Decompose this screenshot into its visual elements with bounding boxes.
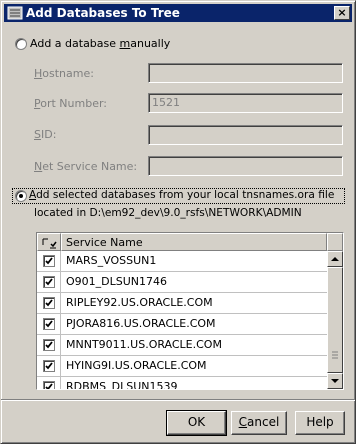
checkmark-icon: [45, 341, 53, 349]
row-checkbox[interactable]: [43, 318, 55, 330]
select-all-column-header[interactable]: [37, 233, 61, 251]
table-header: Service Name: [37, 233, 343, 251]
checkmark-icon: [45, 299, 53, 307]
table-row[interactable]: RIPLEY92.US.ORACLE.COM: [37, 293, 327, 314]
checkbox-cell: [37, 314, 61, 334]
dialog-window: Add Databases To Tree × Add a database m…: [0, 0, 356, 444]
table-rows: MARS_VOSSUN1 O901_DLSUN1746 RIPLEY92.US.…: [37, 251, 327, 390]
manual-option-label[interactable]: Add a database manually: [30, 37, 170, 50]
hostname-label: Hostname:: [34, 67, 94, 80]
row-checkbox[interactable]: [43, 255, 55, 267]
service-name-cell: MNNT9011.US.ORACLE.COM: [66, 338, 222, 351]
check-column-icon: [42, 238, 57, 249]
scroll-up-button[interactable]: [327, 251, 343, 267]
ok-button[interactable]: OK: [166, 410, 227, 436]
hostname-field[interactable]: [148, 63, 343, 83]
cancel-button[interactable]: Cancel: [231, 411, 287, 435]
table-row[interactable]: MNNT9011.US.ORACLE.COM: [37, 335, 327, 356]
help-button[interactable]: Help: [295, 411, 345, 435]
sid-field[interactable]: [148, 125, 343, 145]
title-bar[interactable]: Add Databases To Tree ×: [4, 4, 352, 22]
service-name-cell: HYING9I.US.ORACLE.COM: [66, 359, 207, 372]
manual-option-radio[interactable]: [15, 38, 27, 50]
database-icon: [7, 6, 23, 20]
service-name-cell: O901_DLSUN1746: [66, 275, 168, 288]
checkmark-icon: [45, 257, 53, 265]
table-row[interactable]: O901_DLSUN1746: [37, 272, 327, 293]
tnsnames-location-text: located in D:\em92_dev\9.0_rsfs\NETWORK\…: [34, 207, 302, 219]
checkmark-icon: [45, 383, 53, 389]
scroll-thumb[interactable]: [327, 267, 343, 373]
window-title: Add Databases To Tree: [26, 6, 180, 20]
row-checkbox[interactable]: [43, 297, 55, 309]
net-service-name-field[interactable]: [148, 156, 343, 176]
row-checkbox[interactable]: [43, 381, 55, 389]
port-number-label: Port Number:: [34, 97, 108, 110]
scroll-down-button[interactable]: [327, 373, 343, 389]
button-separator: [1, 399, 355, 401]
grip-icon: [332, 351, 338, 359]
table-row[interactable]: RDBMS_DLSUN1539: [37, 377, 327, 390]
service-name-column-header[interactable]: Service Name: [61, 233, 327, 251]
port-number-field[interactable]: 1521: [148, 93, 343, 113]
row-checkbox[interactable]: [43, 339, 55, 351]
checkmark-icon: [45, 320, 53, 328]
checkbox-cell: [37, 356, 61, 376]
close-window-button[interactable]: ×: [334, 6, 350, 20]
tnsnames-option-radio[interactable]: [15, 190, 27, 202]
checkmark-icon: [45, 278, 53, 286]
checkbox-cell: [37, 377, 61, 389]
close-icon: ×: [337, 6, 347, 19]
table-row[interactable]: MARS_VOSSUN1: [37, 251, 327, 272]
service-name-cell: RDBMS_DLSUN1539: [66, 380, 178, 390]
tnsnames-option-label[interactable]: Add selected databases from your local t…: [29, 189, 334, 201]
service-name-cell: PJORA816.US.ORACLE.COM: [66, 317, 216, 330]
checkbox-cell: [37, 293, 61, 313]
net-service-name-label: Net Service Name:: [34, 160, 138, 173]
service-name-cell: MARS_VOSSUN1: [66, 254, 157, 267]
service-name-cell: RIPLEY92.US.ORACLE.COM: [66, 296, 213, 309]
checkbox-cell: [37, 335, 61, 355]
checkmark-icon: [45, 362, 53, 370]
row-checkbox[interactable]: [43, 276, 55, 288]
vertical-scrollbar[interactable]: [327, 251, 343, 389]
checkbox-cell: [37, 251, 61, 271]
table-row[interactable]: PJORA816.US.ORACLE.COM: [37, 314, 327, 335]
row-checkbox[interactable]: [43, 360, 55, 372]
checkbox-cell: [37, 272, 61, 292]
arrow-down-icon: [331, 379, 339, 383]
header-corner: [327, 233, 343, 251]
arrow-up-icon: [331, 257, 339, 261]
table-row[interactable]: HYING9I.US.ORACLE.COM: [37, 356, 327, 377]
sid-label: SID:: [34, 128, 57, 141]
service-table: Service Name MARS_VOSSUN1 O901_DLSUN1746…: [36, 232, 344, 390]
